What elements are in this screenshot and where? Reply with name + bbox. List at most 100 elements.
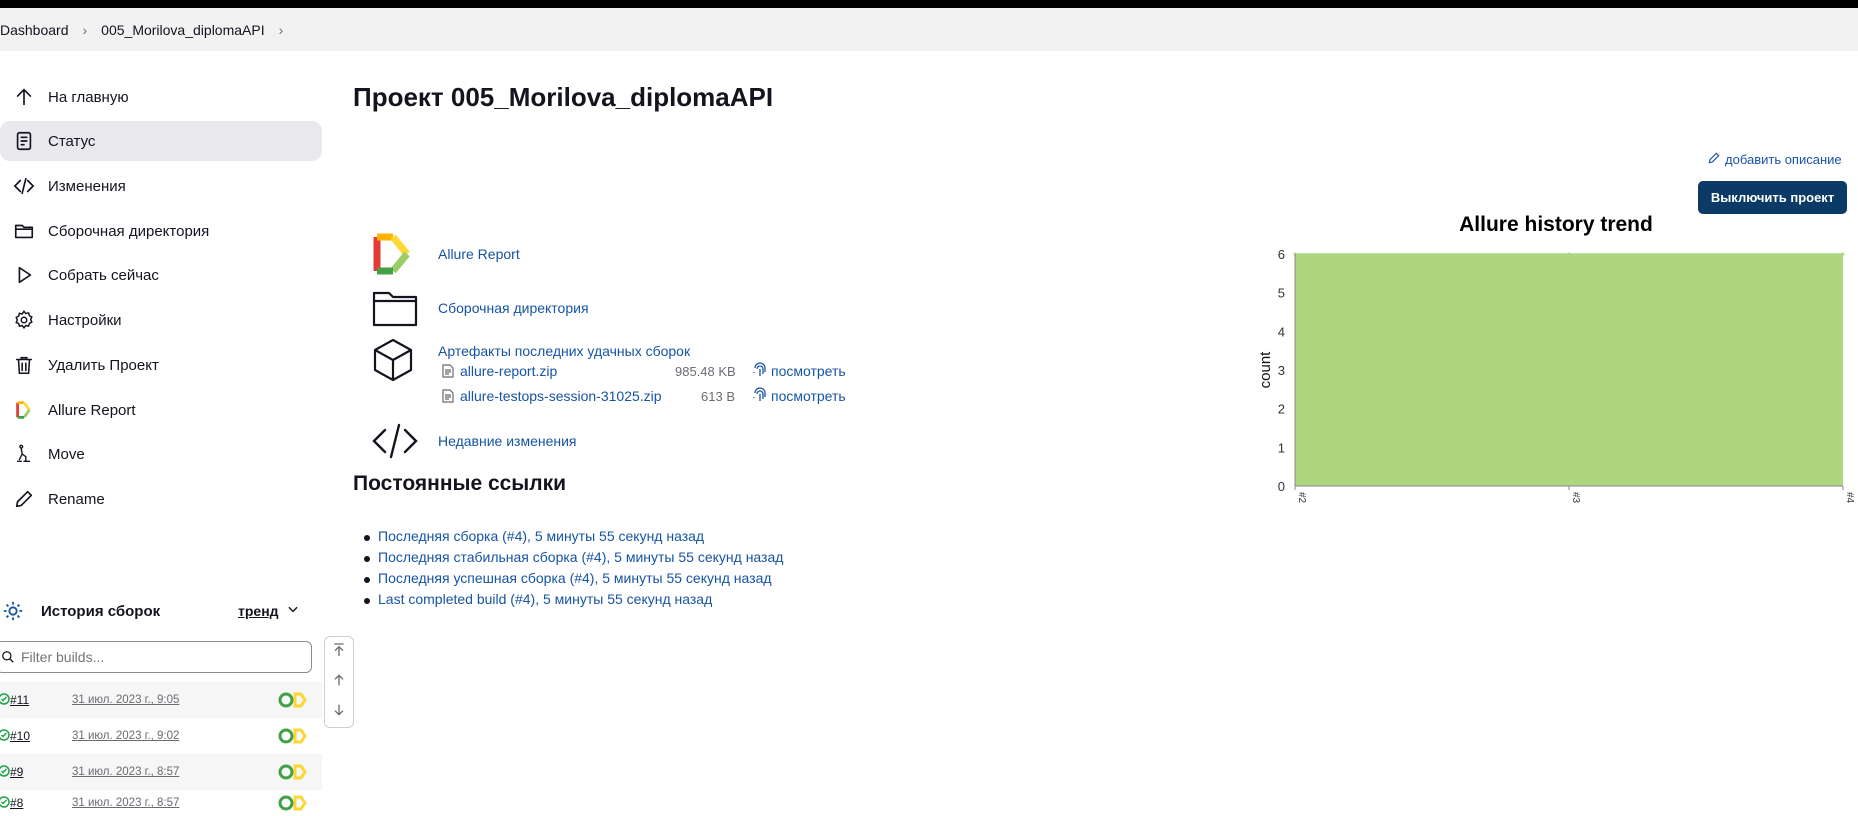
x-tick-label: #3 xyxy=(1570,492,1581,504)
build-date-link[interactable]: 31 июл. 2023 г., 8:57 xyxy=(72,766,179,778)
y-tick-label: 0 xyxy=(1278,479,1285,494)
build-number-link[interactable]: #11 xyxy=(10,693,29,707)
sidebar-item-label: Статус xyxy=(48,132,96,150)
list-item: Последняя успешная сборка (#4), 5 минуты… xyxy=(363,570,783,591)
sidebar-item-settings[interactable]: Настройки xyxy=(0,300,322,340)
build-row[interactable]: #11 31 июл. 2023 г., 9:05 xyxy=(0,682,322,718)
document-icon xyxy=(0,130,48,152)
permalinks-list: Последняя сборка (#4), 5 минуты 55 секун… xyxy=(363,528,783,612)
page-title: Проект 005_Morilova_diplomaAPI xyxy=(353,82,774,112)
trend-link[interactable]: тренд xyxy=(238,603,279,619)
folder-icon xyxy=(370,286,420,330)
permalink-last-successful-build[interactable]: Последняя успешная сборка (#4), 5 минуты… xyxy=(378,570,772,586)
top-bar xyxy=(0,0,1858,8)
permalink-last-stable-build[interactable]: Последняя стабильная сборка (#4), 5 мину… xyxy=(378,549,783,565)
sidebar: На главную Статус Изменения Сборочная ди… xyxy=(0,51,322,810)
add-description-link[interactable]: добавить описание xyxy=(1707,151,1842,168)
sidebar-item-delete-project[interactable]: Удалить Проект xyxy=(0,345,322,385)
breadcrumb-dashboard[interactable]: Dashboard xyxy=(0,22,69,38)
x-tick-label: #2 xyxy=(1296,492,1307,504)
filter-builds-input[interactable] xyxy=(21,649,281,665)
allure-report-link[interactable]: Allure Report xyxy=(438,246,520,262)
trash-icon xyxy=(0,354,48,376)
sidebar-item-label: Настройки xyxy=(48,311,122,329)
sidebar-item-label: Изменения xyxy=(48,177,126,195)
workspace-link[interactable]: Сборочная директория xyxy=(438,300,589,316)
build-history-title: История сборок xyxy=(41,602,161,620)
artifact-file-link[interactable]: allure-testops-session-31025.zip xyxy=(460,388,662,404)
gear-icon xyxy=(0,309,48,331)
sidebar-item-allure-report[interactable]: Allure Report xyxy=(0,390,322,430)
recent-changes-row: Недавние изменения xyxy=(370,419,577,463)
code-icon xyxy=(0,175,48,197)
arrow-up-icon xyxy=(0,86,48,108)
sidebar-item-build-now[interactable]: Собрать сейчас xyxy=(0,255,322,295)
build-row[interactable]: #9 31 июл. 2023 г., 8:57 xyxy=(0,754,322,790)
permalinks-title: Постоянные ссылки xyxy=(353,472,567,495)
y-tick-label: 6 xyxy=(1278,247,1285,262)
build-row[interactable]: #10 31 июл. 2023 г., 9:02 xyxy=(0,718,322,754)
allure-report-icon[interactable] xyxy=(278,690,308,711)
y-tick-label: 4 xyxy=(1278,324,1285,339)
success-status-icon xyxy=(0,728,10,744)
chart-plot: 0 1 2 3 4 5 6 #2 #3 #4 count xyxy=(1257,247,1855,504)
allure-report-row: Allure Report xyxy=(370,232,520,276)
artifact-file-link[interactable]: allure-report.zip xyxy=(460,363,557,379)
allure-report-icon[interactable] xyxy=(278,762,308,783)
sidebar-item-label: Rename xyxy=(48,490,105,508)
scroll-to-top-icon[interactable] xyxy=(331,642,347,663)
move-icon xyxy=(0,443,48,465)
sidebar-item-label: Сборочная директория xyxy=(48,222,210,240)
y-tick-label: 1 xyxy=(1278,440,1285,455)
y-axis-label: count xyxy=(1257,351,1274,389)
fingerprint-icon xyxy=(753,386,767,406)
sidebar-item-home[interactable]: На главную xyxy=(0,77,322,117)
data-point xyxy=(1841,252,1845,256)
file-icon xyxy=(442,364,454,378)
build-date-link[interactable]: 31 июл. 2023 г., 9:05 xyxy=(72,694,179,706)
breadcrumb: Dashboard › 005_Morilova_diplomaAPI › xyxy=(0,8,1858,51)
filter-builds-field[interactable] xyxy=(0,641,312,673)
pencil-icon xyxy=(0,488,48,510)
add-description-label: добавить описание xyxy=(1725,152,1842,167)
build-row[interactable]: #8 31 июл. 2023 г., 8:57 xyxy=(0,790,322,816)
sidebar-item-move[interactable]: Move xyxy=(0,434,322,474)
allure-report-icon[interactable] xyxy=(278,793,308,814)
scroll-up-icon[interactable] xyxy=(331,672,347,693)
scroll-down-icon[interactable] xyxy=(331,702,347,723)
success-status-icon xyxy=(0,764,10,780)
build-history-header: История сборок тренд xyxy=(0,596,322,626)
sidebar-item-label: Allure Report xyxy=(48,401,136,419)
sidebar-item-workspace[interactable]: Сборочная директория xyxy=(0,211,322,251)
artifact-view-link[interactable]: посмотреть xyxy=(753,361,846,381)
permalink-last-build[interactable]: Последняя сборка (#4), 5 минуты 55 секун… xyxy=(378,528,704,544)
allure-report-icon[interactable] xyxy=(278,726,308,747)
permalink-last-completed-build[interactable]: Last completed build (#4), 5 минуты 55 с… xyxy=(378,591,712,607)
recent-changes-link[interactable]: Недавние изменения xyxy=(438,433,577,449)
workspace-row: Сборочная директория xyxy=(370,286,589,330)
build-number-link[interactable]: #10 xyxy=(10,729,30,743)
build-date-link[interactable]: 31 июл. 2023 г., 8:57 xyxy=(72,797,179,809)
allure-logo-icon xyxy=(370,232,420,276)
sidebar-item-status[interactable]: Статус xyxy=(0,121,322,161)
chevron-right-icon[interactable]: › xyxy=(279,22,284,38)
sidebar-item-changes[interactable]: Изменения xyxy=(0,166,322,206)
artifact-size: 985.48 KB xyxy=(675,363,736,379)
breadcrumb-project[interactable]: 005_Morilova_diplomaAPI xyxy=(101,22,264,38)
sidebar-item-label: Собрать сейчас xyxy=(48,266,159,284)
sidebar-item-rename[interactable]: Rename xyxy=(0,479,322,519)
build-number-link[interactable]: #8 xyxy=(10,796,23,810)
file-icon xyxy=(442,389,454,403)
fingerprint-icon xyxy=(753,361,767,381)
list-item: Last completed build (#4), 5 минуты 55 с… xyxy=(363,591,783,612)
artifacts-title-link[interactable]: Артефакты последних удачных сборок xyxy=(438,343,690,359)
allure-history-trend-chart[interactable]: Allure history trend 0 1 2 3 4 5 6 #2 #3 #4 count xyxy=(1254,210,1858,520)
search-icon xyxy=(1,650,15,664)
build-history-scroll-controls xyxy=(324,636,354,728)
artifact-view-link[interactable]: посмотреть xyxy=(753,386,846,406)
build-date-link[interactable]: 31 июл. 2023 г., 9:02 xyxy=(72,730,179,742)
artifact-size: 613 B xyxy=(701,388,735,404)
sidebar-item-label: Удалить Проект xyxy=(48,356,159,374)
build-number-link[interactable]: #9 xyxy=(10,765,23,779)
chevron-down-icon[interactable] xyxy=(286,602,300,621)
